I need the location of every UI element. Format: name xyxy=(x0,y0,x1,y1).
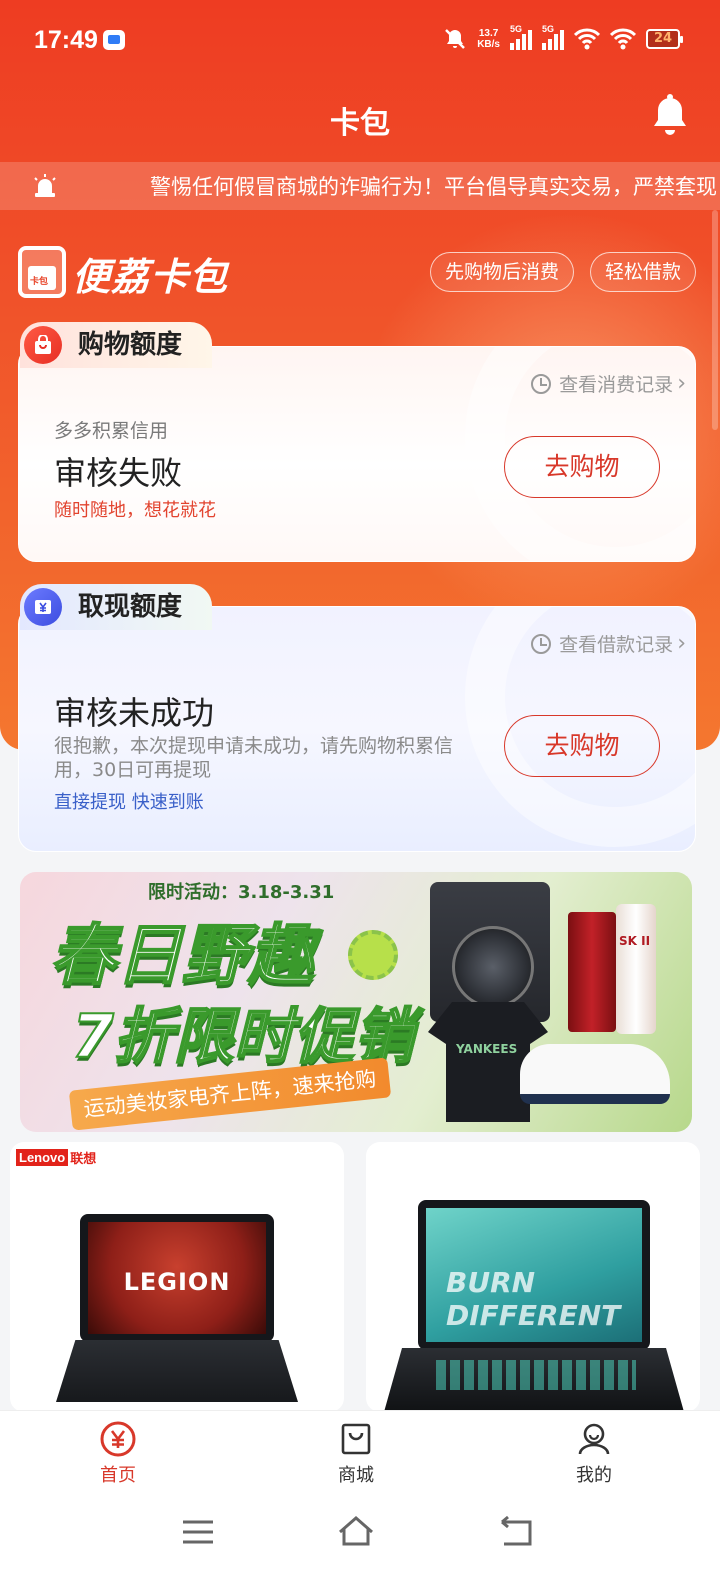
skincare-bottle-image: SK II xyxy=(616,904,656,1034)
net-speed-value: 13.7 xyxy=(478,28,499,39)
view-loan-record-label: 查看借款记录 xyxy=(559,634,674,656)
status-indicators: 13.7 KB/s 5G 5G 24 xyxy=(443,24,683,51)
brand-en: Lenovo xyxy=(16,1149,69,1166)
menu-icon[interactable] xyxy=(178,1512,218,1552)
back-icon[interactable] xyxy=(496,1512,536,1552)
signal1-label: 5G xyxy=(510,24,523,34)
chevron-right-icon: › xyxy=(677,371,686,396)
tab-home[interactable]: 首页 xyxy=(58,1421,178,1487)
scroll-indicator xyxy=(712,210,718,430)
title-bar: 卡包 xyxy=(0,80,720,160)
go-shopping-button[interactable]: 去购物 xyxy=(504,436,660,498)
laptop-screen-text: LEGION xyxy=(123,1268,231,1296)
wallet-card-text: 卡包 xyxy=(30,277,49,287)
laptop-screen-image-2: BURN DIFFERENT xyxy=(418,1200,650,1350)
home-icon[interactable] xyxy=(336,1512,376,1552)
brand-logo: 卡包 便荔卡包 xyxy=(16,240,236,306)
clock-icon xyxy=(531,373,552,394)
status-time: 17:49 xyxy=(34,26,98,54)
page-title: 卡包 xyxy=(330,106,390,141)
go-shopping-button-2[interactable]: 去购物 xyxy=(504,715,660,777)
washing-machine-image xyxy=(430,882,550,1022)
yuan-icon xyxy=(100,1421,136,1457)
signal-5g-icon-2: 5G xyxy=(542,24,564,50)
banner-tag: 限时活动：3.18-3.31 xyxy=(148,882,335,903)
bottle-text: SK II xyxy=(619,934,651,948)
lenovo-brand-badge: Lenovo 联想 xyxy=(16,1148,96,1167)
cash-yuan-icon xyxy=(24,588,62,626)
wifi-icon xyxy=(574,28,600,50)
brand-name: 便荔卡包 xyxy=(72,255,229,299)
view-loan-record-link[interactable]: 查看借款记录 › xyxy=(531,630,686,657)
user-icon xyxy=(576,1421,612,1457)
status-bar: 17:49 13.7 KB/s 5G 5G 24 xyxy=(0,0,720,80)
keyboard-backlight xyxy=(436,1360,636,1390)
shopping-review-status: 审核失败 xyxy=(54,454,183,492)
tab-mine-label: 我的 xyxy=(576,1465,612,1486)
brand-cn: 联想 xyxy=(70,1152,97,1167)
laptop-screen-text-2: BURN DIFFERENT xyxy=(446,1266,621,1332)
skincare-box-image xyxy=(568,912,616,1032)
notice-bar[interactable]: 警惕任何假冒商城的诈骗行为！平台倡导真实交易，严禁套现 xyxy=(0,162,720,210)
sun-icon xyxy=(348,930,398,980)
alarm-light-icon xyxy=(34,174,56,197)
shopping-subtitle: 随时随地，想花就花 xyxy=(54,500,216,521)
system-nav-bar xyxy=(0,1500,720,1584)
wallet-card-icon: 卡包 xyxy=(18,246,66,298)
product-card[interactable]: Lenovo 联想 LEGION xyxy=(10,1142,344,1412)
bell-muted-icon xyxy=(445,29,466,49)
product-card-2[interactable]: BURN DIFFERENT xyxy=(366,1142,700,1412)
view-spending-record-label: 查看消费记录 xyxy=(559,374,674,396)
clock-icon-2 xyxy=(531,633,552,654)
signal2-label: 5G xyxy=(542,24,555,34)
shopping-credit-tab: 购物额度 xyxy=(20,322,213,368)
notification-app-icon xyxy=(103,30,125,50)
net-speed: 13.7 KB/s xyxy=(477,28,500,50)
tab-home-label: 首页 xyxy=(100,1465,136,1486)
laptop-keyboard-image xyxy=(56,1340,298,1402)
bottom-tab-bar: 首页 商城 我的 xyxy=(0,1410,720,1500)
shirt-text: YANKEES xyxy=(456,1042,518,1056)
signal-5g-icon: 5G xyxy=(510,24,532,50)
tab-mine[interactable]: 我的 xyxy=(534,1421,654,1487)
cash-subtitle: 直接提现 快速到账 xyxy=(54,792,204,813)
tab-mall[interactable]: 商城 xyxy=(296,1421,416,1487)
wifi-icon-2 xyxy=(610,28,636,50)
shopping-credit-label: 购物额度 xyxy=(78,330,183,360)
shop-bag-icon xyxy=(338,1421,374,1457)
laptop-screen-image: LEGION xyxy=(80,1214,274,1342)
feature-pill-shop-first: 先购物后消费 xyxy=(430,252,575,292)
cash-review-status: 审核未成功 xyxy=(54,694,215,732)
sneaker-image xyxy=(520,1044,670,1104)
cash-credit-tab: 取现额度 xyxy=(20,584,213,630)
shopping-small-label: 多多积累信用 xyxy=(54,420,169,442)
feature-pill-easy-loan: 轻松借款 xyxy=(590,252,697,292)
notice-text: 警惕任何假冒商城的诈骗行为！平台倡导真实交易，严禁套现 xyxy=(150,175,717,199)
view-spending-record-link[interactable]: 查看消费记录 › xyxy=(531,370,686,397)
battery-icon: 24 xyxy=(646,29,683,49)
chevron-right-icon-2: › xyxy=(677,631,686,656)
cash-credit-label: 取现额度 xyxy=(78,592,183,622)
promo-banner[interactable]: 限时活动：3.18-3.31 春日野趣 7折限时促销 运动美妆家电齐上阵，速来抢… xyxy=(20,872,692,1132)
cash-description: 很抱歉，本次提现申请未成功，请先购物积累信用，30日可再提现 xyxy=(54,735,454,781)
tab-mall-label: 商城 xyxy=(338,1465,374,1486)
net-speed-unit: KB/s xyxy=(477,39,500,50)
banner-headline1: 春日野趣 xyxy=(49,916,315,995)
bell-icon[interactable] xyxy=(650,94,690,138)
shopping-bag-icon xyxy=(24,326,62,364)
